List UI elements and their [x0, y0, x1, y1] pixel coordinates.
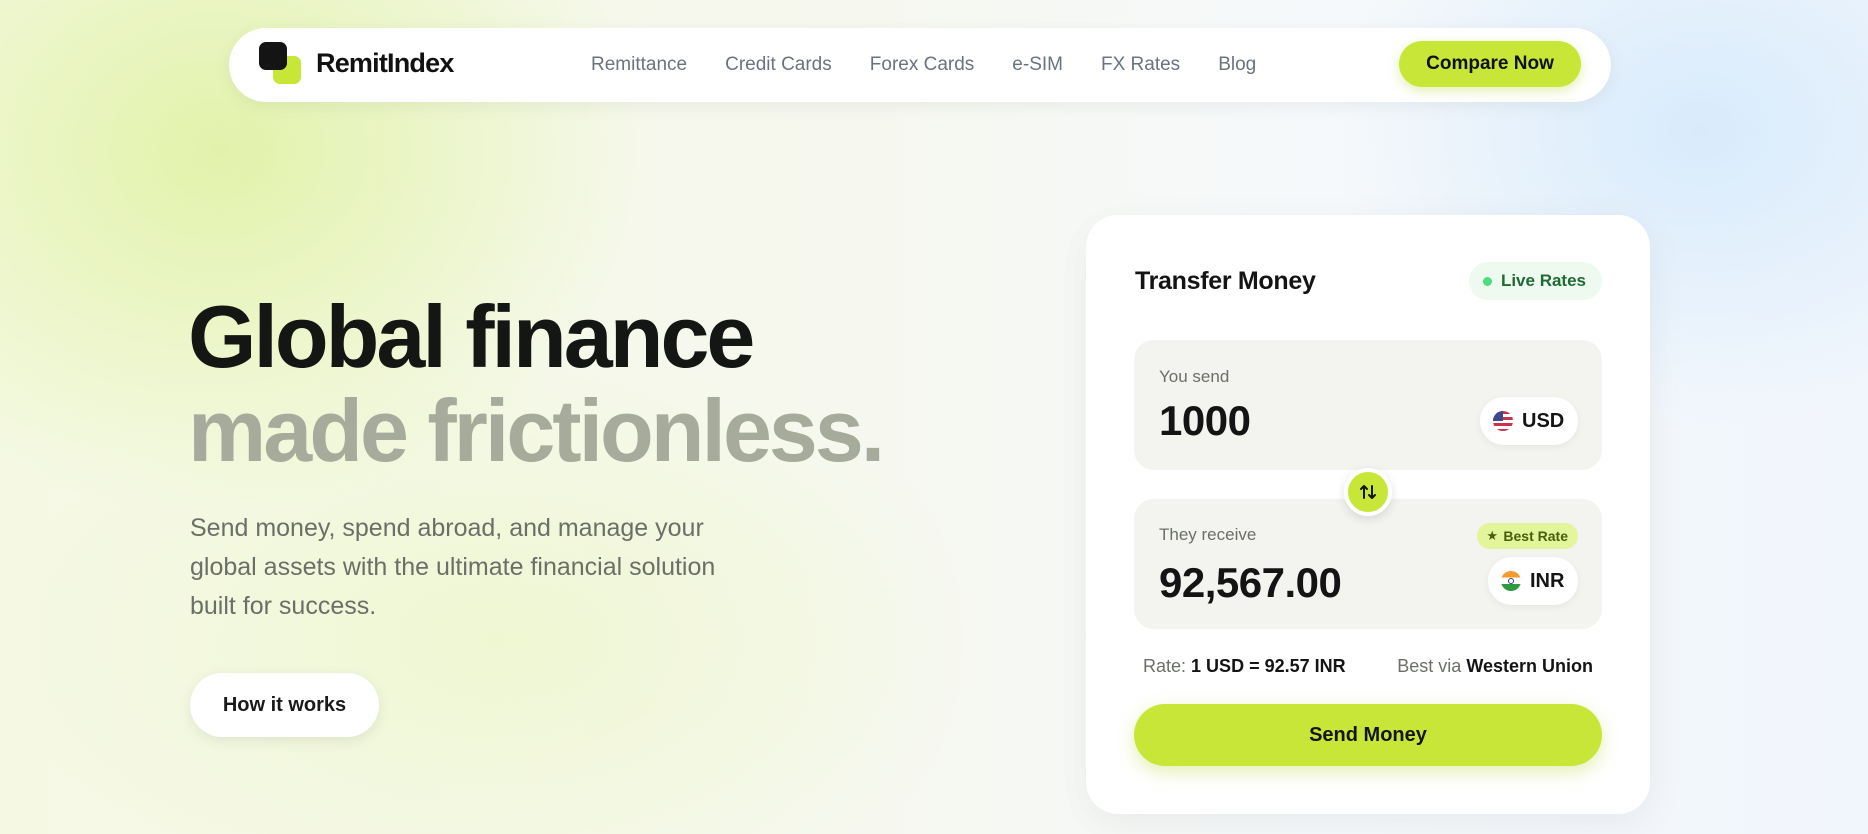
transfer-card: Transfer Money Live Rates You send 1000 … [1086, 215, 1650, 814]
nav-link-remittance[interactable]: Remittance [591, 54, 687, 76]
rate-row: Rate: 1 USD = 92.57 INR Best via Western… [1143, 656, 1593, 677]
hero-title: Global finance made frictionless. [188, 287, 885, 480]
receive-currency-selector[interactable]: INR [1488, 557, 1578, 605]
logo-icon[interactable] [259, 42, 303, 86]
rate-label: Rate: [1143, 656, 1187, 676]
send-label: You send [1159, 367, 1230, 386]
send-amount-box[interactable]: You send 1000 USD [1134, 340, 1602, 470]
main-menu: Remittance Credit Cards Forex Cards e-SI… [591, 28, 1294, 102]
hero-title-line1: Global finance [188, 287, 755, 386]
top-navbar: RemitIndex Remittance Credit Cards Forex… [229, 28, 1611, 102]
best-via-provider: Western Union [1466, 656, 1593, 676]
nav-link-credit-cards[interactable]: Credit Cards [725, 54, 832, 76]
compare-now-button[interactable]: Compare Now [1399, 41, 1581, 87]
best-rate-label: Best Rate [1503, 528, 1568, 544]
nav-link-forex-cards[interactable]: Forex Cards [870, 54, 975, 76]
send-amount-input[interactable]: 1000 [1159, 397, 1251, 445]
receive-label: They receive [1159, 525, 1257, 544]
best-rate-badge: ★ Best Rate [1477, 523, 1578, 549]
nav-link-fx-rates[interactable]: FX Rates [1101, 54, 1180, 76]
us-flag-icon [1493, 411, 1513, 431]
send-money-button[interactable]: Send Money [1134, 704, 1602, 766]
brand-name[interactable]: RemitIndex [316, 48, 454, 79]
best-via: Best via Western Union [1397, 656, 1593, 677]
swap-button[interactable] [1344, 468, 1392, 516]
nav-link-esim[interactable]: e-SIM [1012, 54, 1063, 76]
how-it-works-button[interactable]: How it works [190, 673, 379, 737]
rate-value: 1 USD = 92.57 INR [1191, 656, 1346, 676]
hero-title-line2: made frictionless. [188, 381, 885, 480]
live-dot-icon [1482, 277, 1492, 286]
receive-amount-box: They receive ★ Best Rate 92,567.00 INR [1134, 499, 1602, 629]
send-currency-code: USD [1522, 410, 1565, 432]
receive-currency-code: INR [1530, 570, 1565, 592]
india-flag-icon [1501, 571, 1521, 591]
best-via-label: Best via [1397, 656, 1462, 676]
send-currency-selector[interactable]: USD [1480, 397, 1578, 445]
card-title: Transfer Money [1135, 267, 1316, 295]
hero-subtitle: Send money, spend abroad, and manage you… [190, 514, 716, 620]
live-rates-badge: Live Rates [1468, 262, 1602, 300]
star-icon: ★ [1486, 528, 1499, 543]
swap-arrows-icon [1360, 485, 1376, 499]
nav-link-blog[interactable]: Blog [1218, 54, 1256, 76]
live-rates-label: Live Rates [1500, 271, 1586, 290]
receive-amount: 92,567.00 [1159, 559, 1342, 606]
